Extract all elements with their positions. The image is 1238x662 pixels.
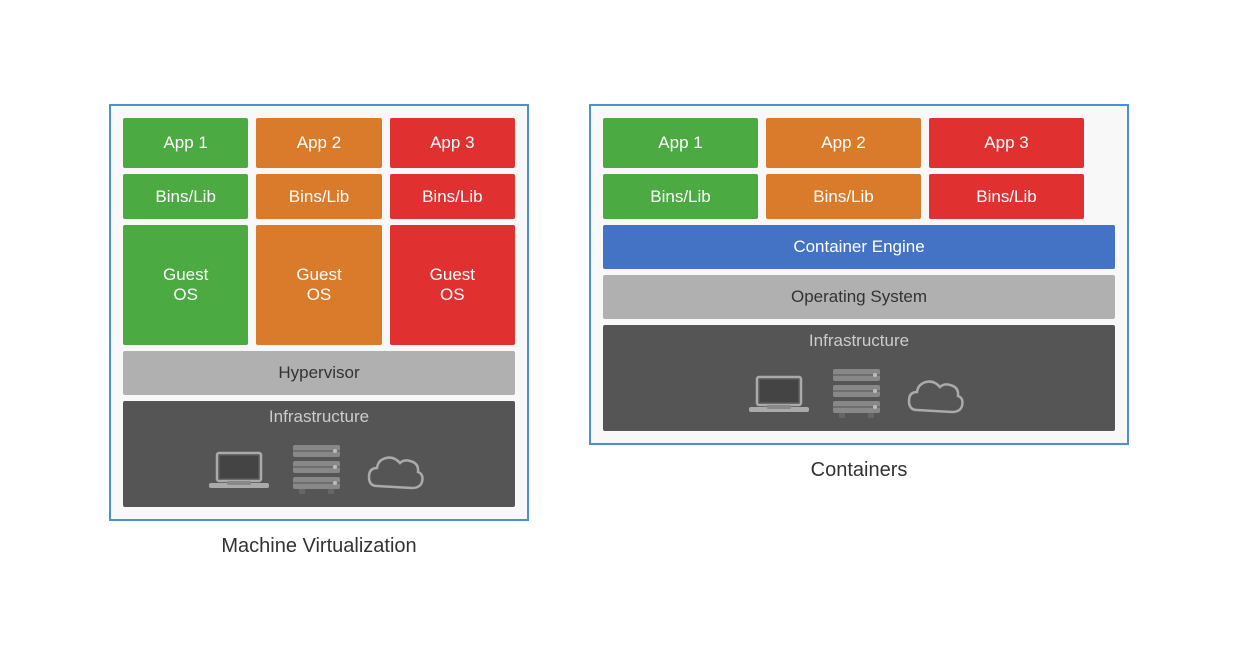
ct-app2: App 2 (766, 118, 921, 168)
vm-bins-row: Bins/Lib Bins/Lib Bins/Lib (123, 174, 515, 219)
vm-guest3: Guest OS (390, 225, 515, 345)
ct-infrastructure-bar: Infrastructure (603, 325, 1115, 431)
containers-label: Containers (811, 459, 908, 482)
ct-server-icon (829, 367, 884, 419)
vm-guest2: Guest OS (256, 225, 381, 345)
ct-bins1: Bins/Lib (603, 174, 758, 219)
ct-bins3: Bins/Lib (929, 174, 1084, 219)
vm-bins2: Bins/Lib (256, 174, 381, 219)
vm-infrastructure-bar: Infrastructure (123, 401, 515, 507)
vm-guest1: Guest OS (123, 225, 248, 345)
vm-label: Machine Virtualization (221, 535, 416, 558)
containers-diagram: App 1 App 2 App 3 Bins/Lib Bins/Lib Bins… (589, 104, 1129, 482)
vm-diagram: App 1 App 2 App 3 Bins/Lib Bins/Lib Bins… (109, 104, 529, 558)
vm-app2: App 2 (256, 118, 381, 168)
ct-cloud-icon (904, 374, 969, 419)
ct-bins2: Bins/Lib (766, 174, 921, 219)
container-engine: Container Engine (603, 225, 1115, 269)
vm-app1: App 1 (123, 118, 248, 168)
vm-guest-row: Guest OS Guest OS Guest OS (123, 225, 515, 345)
operating-system: Operating System (603, 275, 1115, 319)
laptop-icon (209, 447, 269, 495)
cloud-icon (364, 450, 429, 495)
vm-bins1: Bins/Lib (123, 174, 248, 219)
vm-app-row: App 1 App 2 App 3 (123, 118, 515, 168)
ct-app-row: App 1 App 2 App 3 (603, 118, 1115, 168)
vm-bins3: Bins/Lib (390, 174, 515, 219)
ct-laptop-icon (749, 371, 809, 419)
ct-app3: App 3 (929, 118, 1084, 168)
ct-app1: App 1 (603, 118, 758, 168)
vm-infra-icons (209, 433, 429, 499)
vm-app3: App 3 (390, 118, 515, 168)
ct-infrastructure-label: Infrastructure (809, 331, 909, 351)
ct-infra-icons (749, 357, 969, 423)
vm-infrastructure-label: Infrastructure (269, 407, 369, 427)
ct-bins-row: Bins/Lib Bins/Lib Bins/Lib (603, 174, 1115, 219)
vm-hypervisor: Hypervisor (123, 351, 515, 395)
server-icon (289, 443, 344, 495)
